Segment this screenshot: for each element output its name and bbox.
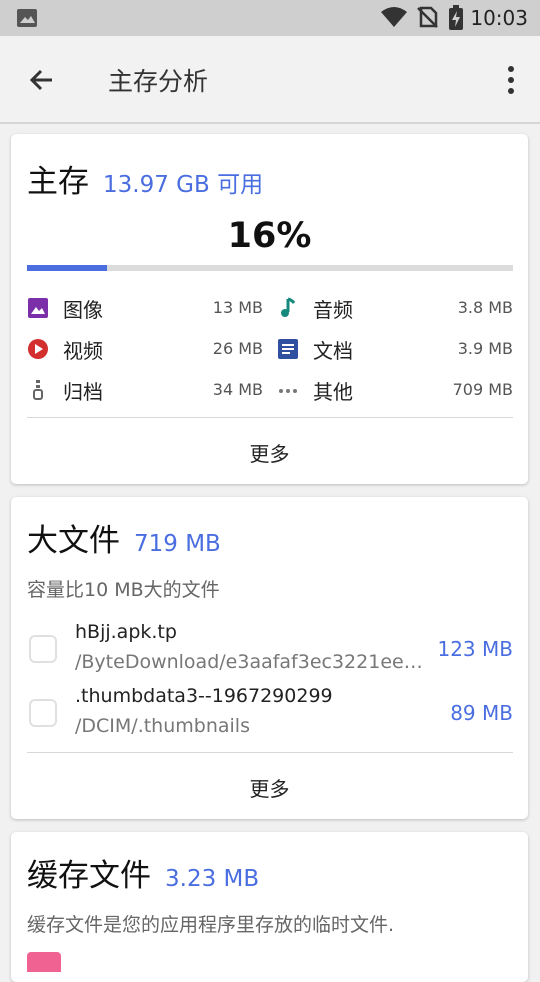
main-storage-available: 13.97 GB 可用 <box>103 172 264 198</box>
page-title: 主存分析 <box>108 67 209 96</box>
file-size: 123 MB <box>437 637 513 661</box>
file-path: /DCIM/.thumbnails <box>75 715 250 737</box>
usage-percent: 16% <box>227 216 312 256</box>
file-row[interactable]: hBjj.apk.tp /ByteDownload/e3aafaf3ec3221… <box>27 621 513 683</box>
category-size: 709 MB <box>452 380 513 399</box>
file-checkbox[interactable] <box>29 699 57 727</box>
image-category-icon <box>28 298 48 318</box>
large-files-more-button[interactable]: 更多 <box>11 773 528 802</box>
category-size: 34 MB <box>212 380 263 399</box>
app-bar: 主存分析 <box>0 36 540 124</box>
usage-progress-fill <box>27 265 108 271</box>
status-bar: 10:03 <box>0 0 540 36</box>
large-files-header: 大文件 719 MB <box>27 515 221 560</box>
category-images[interactable]: 图像 13 MB <box>27 294 263 324</box>
file-row[interactable]: .thumbdata3--1967290299 /DCIM/.thumbnail… <box>27 685 513 747</box>
document-icon <box>278 339 298 359</box>
category-other[interactable]: 其他 709 MB <box>277 376 513 406</box>
no-sim-icon <box>417 6 438 28</box>
divider <box>27 417 513 418</box>
main-storage-title: 主存 <box>27 164 89 200</box>
cache-files-total: 3.23 MB <box>165 866 260 892</box>
large-files-title: 大文件 <box>27 523 120 559</box>
file-name: hBjj.apk.tp <box>75 621 177 643</box>
more-options-icon[interactable] <box>504 64 518 96</box>
large-files-total: 719 MB <box>134 531 221 557</box>
cache-files-title: 缓存文件 <box>27 858 151 894</box>
large-files-card: 大文件 719 MB 容量比10 MB大的文件 hBjj.apk.tp /Byte… <box>11 497 528 819</box>
main-storage-card: 主存 13.97 GB 可用 16% 图像 13 MB 音频 3.8 MB 视频 … <box>11 134 528 484</box>
category-audio[interactable]: 音频 3.8 MB <box>277 294 513 324</box>
battery-charging-icon <box>449 5 463 30</box>
file-size: 89 MB <box>450 701 513 725</box>
divider <box>27 752 513 753</box>
category-size: 3.9 MB <box>457 339 513 358</box>
file-name: .thumbdata3--1967290299 <box>75 685 333 707</box>
category-video[interactable]: 视频 26 MB <box>27 335 263 365</box>
main-storage-header: 主存 13.97 GB 可用 <box>27 156 263 201</box>
back-arrow-icon[interactable] <box>26 64 58 96</box>
category-label: 图像 <box>63 298 103 322</box>
usage-progress-bar <box>27 265 513 271</box>
file-path: /ByteDownload/e3aafaf3ec3221ee5… <box>75 651 431 673</box>
app-icon <box>27 952 61 972</box>
category-label: 归档 <box>63 380 103 404</box>
category-size: 13 MB <box>212 298 263 317</box>
wifi-icon <box>381 7 407 27</box>
category-size: 26 MB <box>212 339 263 358</box>
play-circle-icon <box>28 339 48 359</box>
category-archives[interactable]: 归档 34 MB <box>27 376 263 406</box>
cache-files-description: 缓存文件是您的应用程序里存放的临时文件. <box>27 914 395 936</box>
category-label: 文档 <box>313 339 353 363</box>
category-label: 视频 <box>63 339 103 363</box>
category-documents[interactable]: 文档 3.9 MB <box>277 335 513 365</box>
more-horizontal-icon <box>279 389 297 393</box>
gallery-notification-icon <box>17 9 37 27</box>
file-checkbox[interactable] <box>29 635 57 663</box>
status-time: 10:03 <box>470 6 528 30</box>
large-files-description: 容量比10 MB大的文件 <box>27 579 220 601</box>
archive-zipper-icon <box>33 380 43 400</box>
category-label: 其他 <box>313 380 353 404</box>
category-size: 3.8 MB <box>457 298 513 317</box>
cache-files-header: 缓存文件 3.23 MB <box>27 850 259 895</box>
main-storage-more-button[interactable]: 更多 <box>11 438 528 467</box>
category-label: 音频 <box>313 298 353 322</box>
music-note-icon <box>281 297 296 317</box>
